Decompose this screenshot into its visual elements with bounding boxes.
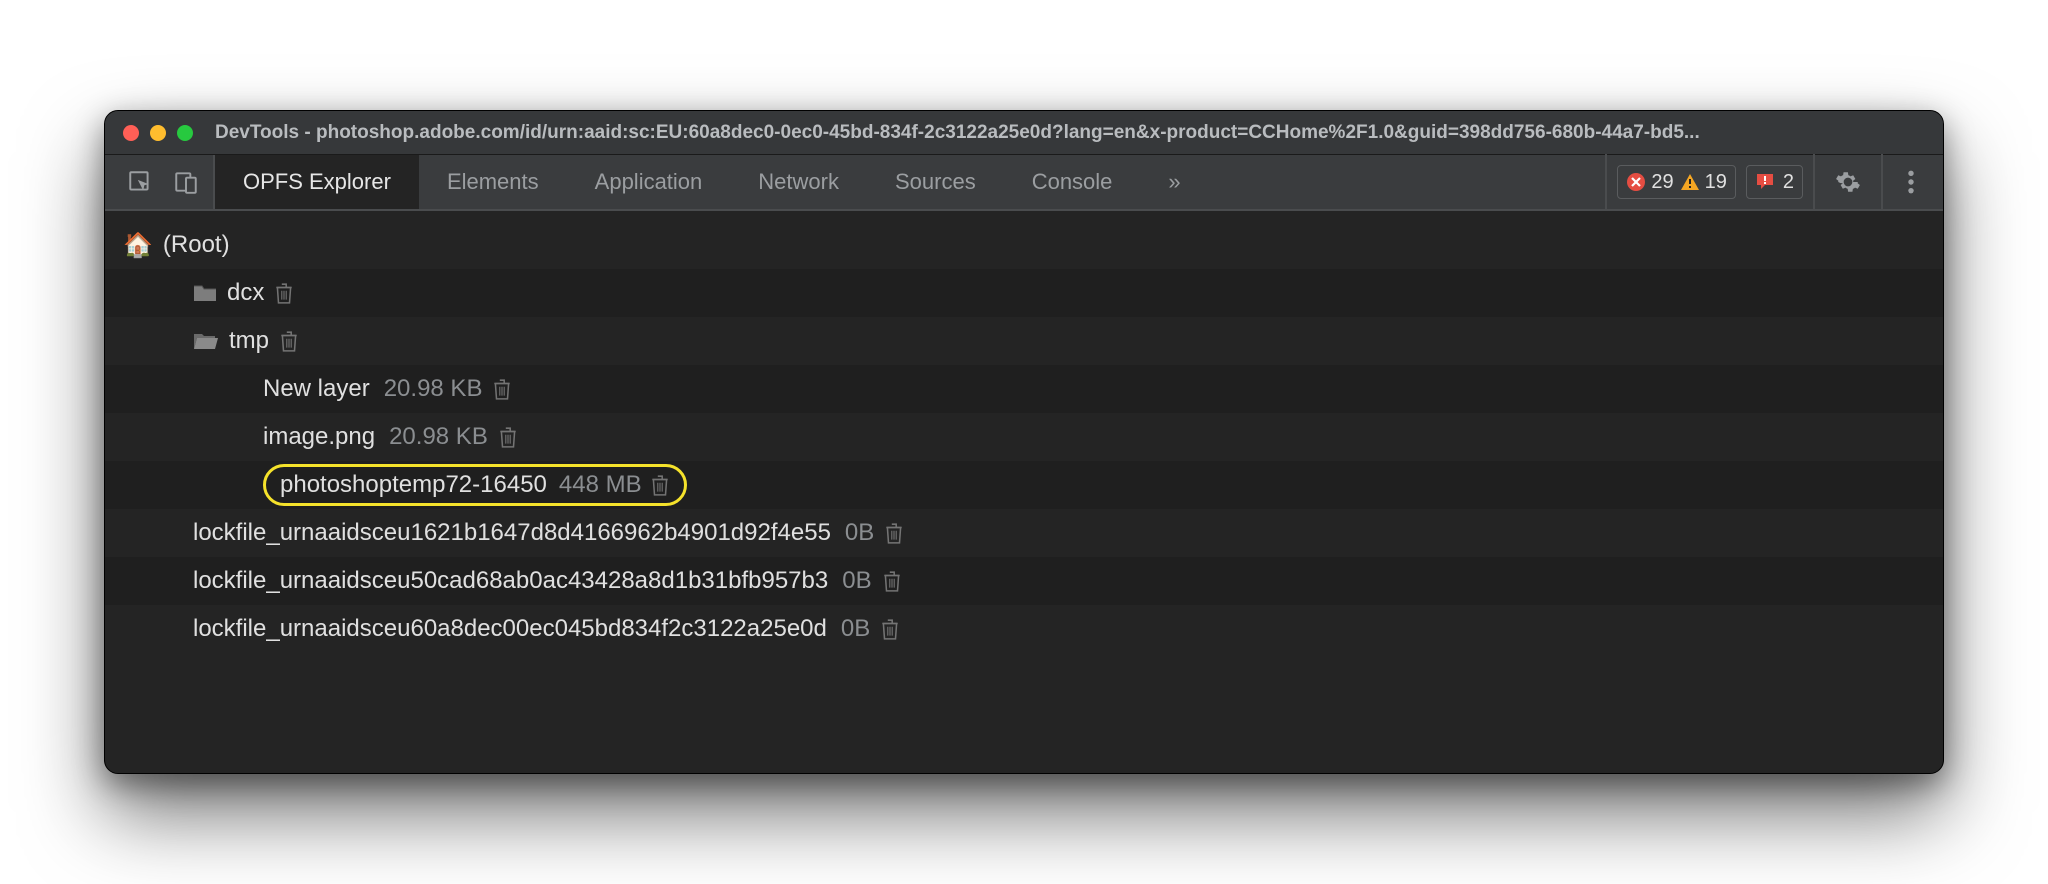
root-label: (Root) <box>163 231 230 259</box>
file-tree: 🏠 (Root) dcx tmp New layer <box>105 211 1943 773</box>
trash-icon[interactable] <box>650 474 670 496</box>
trash-icon[interactable] <box>884 522 904 544</box>
warning-icon <box>1680 172 1700 192</box>
trash-icon[interactable] <box>279 330 299 352</box>
more-label: » <box>1168 169 1180 195</box>
tab-label: Sources <box>895 169 976 195</box>
tabstrip: OPFS Explorer Elements Application Netwo… <box>105 155 1943 211</box>
issues-badge[interactable]: 2 <box>1746 165 1803 199</box>
error-count: 29 <box>1651 171 1673 194</box>
tree-file[interactable]: lockfile_urnaaidsceu50cad68ab0ac43428a8d… <box>105 557 1943 605</box>
tree-file-highlighted[interactable]: photoshoptemp72-16450 448 MB <box>105 461 1943 509</box>
file-size: 0B <box>841 615 870 643</box>
trash-icon[interactable] <box>498 426 518 448</box>
file-name: lockfile_urnaaidsceu50cad68ab0ac43428a8d… <box>193 567 828 595</box>
file-size: 20.98 KB <box>384 375 483 403</box>
separator <box>1881 154 1883 210</box>
folder-name: tmp <box>229 327 269 355</box>
issues-count: 2 <box>1783 171 1794 194</box>
tree-file[interactable]: New layer 20.98 KB <box>105 365 1943 413</box>
tab-label: Elements <box>447 169 539 195</box>
file-size: 448 MB <box>559 471 642 499</box>
trash-icon[interactable] <box>882 570 902 592</box>
file-name: New layer <box>263 375 370 403</box>
tree-file[interactable]: lockfile_urnaaidsceu1621b1647d8d4166962b… <box>105 509 1943 557</box>
file-size: 0B <box>842 567 871 595</box>
file-name: photoshoptemp72-16450 <box>280 471 547 499</box>
window-title: DevTools - photoshop.adobe.com/id/urn:aa… <box>215 122 1925 144</box>
house-icon: 🏠 <box>123 231 153 260</box>
tab-label: OPFS Explorer <box>243 169 391 195</box>
file-size: 20.98 KB <box>389 423 488 451</box>
tab-label: Application <box>595 169 703 195</box>
trash-icon[interactable] <box>492 378 512 400</box>
maximize-window-button[interactable] <box>177 125 193 141</box>
file-name: lockfile_urnaaidsceu1621b1647d8d4166962b… <box>193 519 831 547</box>
kebab-icon[interactable] <box>1893 169 1929 195</box>
separator <box>1605 154 1607 210</box>
error-warning-badge[interactable]: 29 19 <box>1617 165 1736 199</box>
tab-label: Network <box>758 169 839 195</box>
file-name: image.png <box>263 423 375 451</box>
issues-icon <box>1755 172 1777 192</box>
tab-console[interactable]: Console <box>1004 155 1141 209</box>
traffic-lights <box>123 125 193 141</box>
tab-opfs-explorer[interactable]: OPFS Explorer <box>215 155 419 209</box>
folder-open-icon <box>193 330 219 352</box>
tree-file[interactable]: lockfile_urnaaidsceu60a8dec00ec045bd834f… <box>105 605 1943 653</box>
device-toggle-icon[interactable] <box>173 169 199 195</box>
file-name: lockfile_urnaaidsceu60a8dec00ec045bd834f… <box>193 615 827 643</box>
tab-more[interactable]: » <box>1140 155 1208 209</box>
trash-icon[interactable] <box>880 618 900 640</box>
tree-root[interactable]: 🏠 (Root) <box>105 221 1943 269</box>
titlebar: DevTools - photoshop.adobe.com/id/urn:aa… <box>105 111 1943 155</box>
tree-file[interactable]: image.png 20.98 KB <box>105 413 1943 461</box>
tab-network[interactable]: Network <box>730 155 867 209</box>
folder-name: dcx <box>227 279 264 307</box>
highlight-pill: photoshoptemp72-16450 448 MB <box>263 464 687 506</box>
tab-sources[interactable]: Sources <box>867 155 1004 209</box>
devtools-window: DevTools - photoshop.adobe.com/id/urn:aa… <box>104 110 1944 774</box>
tab-elements[interactable]: Elements <box>419 155 567 209</box>
tree-folder-tmp[interactable]: tmp <box>105 317 1943 365</box>
tab-application[interactable]: Application <box>567 155 731 209</box>
folder-icon <box>193 282 217 304</box>
file-size: 0B <box>845 519 874 547</box>
separator <box>1813 154 1815 210</box>
inspect-icon[interactable] <box>127 169 153 195</box>
close-window-button[interactable] <box>123 125 139 141</box>
minimize-window-button[interactable] <box>150 125 166 141</box>
tab-label: Console <box>1032 169 1113 195</box>
warning-count: 19 <box>1705 171 1727 194</box>
error-icon <box>1626 172 1646 192</box>
trash-icon[interactable] <box>274 282 294 304</box>
tree-folder-dcx[interactable]: dcx <box>105 269 1943 317</box>
gear-icon[interactable] <box>1825 169 1871 195</box>
